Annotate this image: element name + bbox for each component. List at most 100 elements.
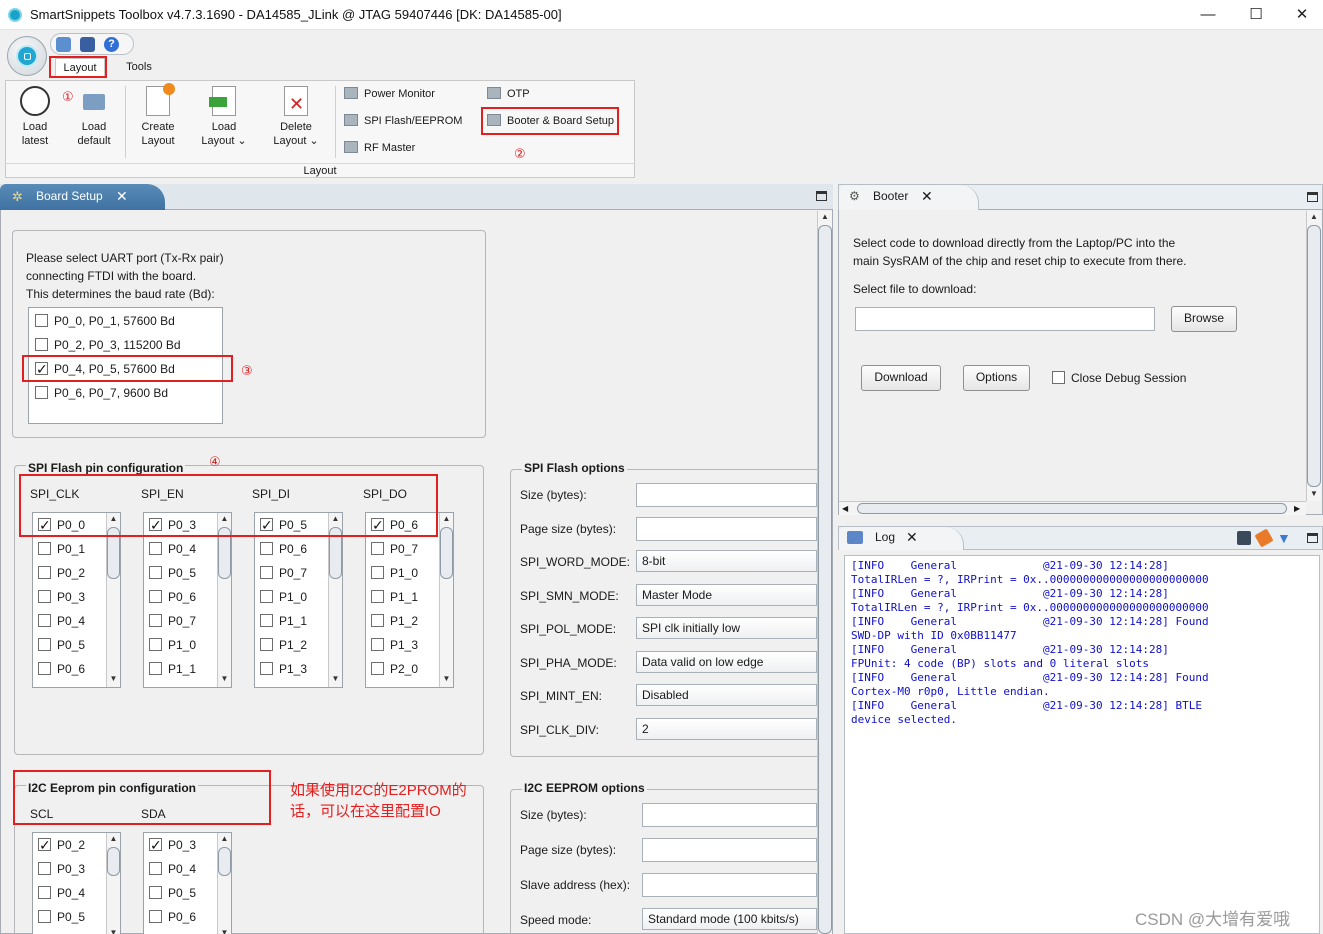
option-dropdown[interactable]: Master Mode (636, 583, 817, 606)
file-path-input[interactable] (855, 307, 1155, 331)
scroll-up-arrow[interactable]: ▲ (818, 211, 832, 223)
checkbox[interactable] (38, 590, 51, 603)
checkbox[interactable] (149, 662, 162, 675)
checkbox[interactable] (149, 886, 162, 899)
uart-option[interactable]: P0_2, P0_3, 115200 Bd (35, 333, 222, 357)
scroll-down-arrow[interactable]: ▼ (329, 673, 342, 685)
checkbox[interactable] (149, 910, 162, 923)
checkbox[interactable] (260, 542, 273, 555)
checkbox[interactable] (38, 614, 51, 627)
checkbox[interactable] (260, 638, 273, 651)
pin-option[interactable]: P0_1 (38, 537, 85, 561)
browse-button[interactable]: Browse (1171, 306, 1237, 332)
pin-option[interactable]: P1_2 (371, 609, 418, 633)
maximize-panel-icon[interactable] (1307, 533, 1318, 543)
scroll-up-arrow[interactable]: ▲ (1307, 211, 1321, 223)
uart-option[interactable]: P0_6, P0_7, 9600 Bd (35, 381, 222, 405)
pin-option[interactable]: P1_0 (149, 633, 196, 657)
scroll-up-arrow[interactable]: ▲ (107, 833, 120, 845)
filter-icon[interactable]: ▼ (1277, 530, 1291, 546)
scroll-left-arrow[interactable]: ◀ (842, 502, 848, 516)
load-layout-button[interactable]: Load Layout ⌄ (198, 86, 250, 148)
checkbox[interactable] (371, 638, 384, 651)
pin-option[interactable]: P1_1 (149, 657, 196, 681)
checkbox[interactable] (1052, 371, 1065, 384)
pin-option[interactable]: P0_4 (38, 609, 85, 633)
pin-list-scrollbar[interactable]: ▲ ▼ (328, 513, 342, 687)
checkbox[interactable] (35, 314, 48, 327)
tab-board-setup[interactable]: ✲ Board Setup ✕ (0, 184, 165, 210)
checkbox[interactable] (371, 566, 384, 579)
pin-option[interactable]: P1_1 (371, 585, 418, 609)
option-dropdown[interactable]: 8-bit (636, 550, 817, 572)
option-dropdown[interactable]: Standard mode (100 kbits/s) (642, 908, 817, 930)
checkbox[interactable] (260, 614, 273, 627)
checkbox[interactable] (38, 566, 51, 579)
option-dropdown[interactable]: Disabled (636, 684, 817, 706)
log-output[interactable]: [INFO General @21-09-30 12:14:28] TotalIR… (844, 555, 1320, 934)
pin-list-scrollbar[interactable]: ▲ ▼ (106, 513, 120, 687)
option-dropdown[interactable]: SPI clk initially low (636, 617, 817, 639)
checkbox[interactable] (38, 862, 51, 875)
pin-option[interactable]: P1_3 (371, 633, 418, 657)
checkbox[interactable] (149, 638, 162, 651)
option-dropdown[interactable]: Data valid on low edge (636, 650, 817, 673)
pin-option[interactable]: P1_3 (260, 657, 307, 681)
checkbox[interactable] (38, 542, 51, 555)
options-button[interactable]: Options (963, 365, 1030, 391)
load-default-button[interactable]: Load default (74, 86, 114, 148)
create-layout-button[interactable]: Create Layout (135, 83, 181, 148)
pin-option[interactable]: P0_6 (149, 585, 196, 609)
checkbox-checked[interactable] (38, 833, 51, 857)
scroll-down-arrow[interactable]: ▼ (107, 673, 120, 685)
checkbox[interactable] (371, 590, 384, 603)
refresh-icon[interactable] (56, 37, 71, 52)
pin-option[interactable]: P0_5 (38, 905, 85, 929)
booter-hscroll[interactable]: ◀ ▶ (839, 501, 1306, 515)
app-menu-button[interactable] (7, 36, 47, 76)
scroll-thumb[interactable] (107, 847, 120, 876)
close-tab-icon[interactable]: ✕ (906, 529, 918, 546)
checkbox[interactable] (38, 662, 51, 675)
pin-option[interactable]: P0_5 (38, 633, 85, 657)
pin-option[interactable]: P1_0 (371, 561, 418, 585)
minimize-button[interactable]: — (1196, 4, 1220, 26)
pin-option[interactable]: P0_4 (149, 857, 196, 881)
option-input[interactable] (642, 803, 817, 827)
pin-list-scrollbar[interactable]: ▲ ▼ (439, 513, 453, 687)
scroll-thumb[interactable] (218, 847, 231, 876)
maximize-panel-icon[interactable] (1307, 192, 1318, 202)
checkbox[interactable] (371, 542, 384, 555)
pin-option[interactable]: P0_2 (38, 561, 85, 585)
scroll-up-arrow[interactable]: ▲ (218, 833, 231, 845)
pin-list-scrollbar[interactable]: ▲ ▼ (106, 833, 120, 934)
delete-layout-button[interactable]: ✕ Delete Layout ⌄ (270, 86, 322, 148)
close-tab-icon[interactable]: ✕ (921, 188, 933, 205)
tab-log[interactable]: Log ✕ (839, 527, 964, 550)
option-input[interactable] (636, 516, 817, 541)
checkbox[interactable] (371, 614, 384, 627)
option-input[interactable] (642, 838, 817, 862)
pin-list-scrollbar[interactable]: ▲ ▼ (217, 833, 231, 934)
pin-option[interactable]: P0_3 (38, 857, 85, 881)
save-log-icon[interactable] (1237, 531, 1251, 545)
pin-option[interactable]: P0_6 (260, 537, 307, 561)
pin-list-scrollbar[interactable]: ▲ ▼ (217, 513, 231, 687)
checkbox[interactable] (35, 338, 48, 351)
scroll-thumb[interactable] (440, 527, 453, 579)
pin-option[interactable]: P0_4 (38, 881, 85, 905)
booter-vscroll[interactable]: ▲ ▼ (1306, 211, 1321, 501)
pin-option[interactable]: P0_4 (149, 537, 196, 561)
pin-option[interactable]: P0_7 (371, 537, 418, 561)
pin-option[interactable]: P1_2 (260, 633, 307, 657)
checkbox[interactable] (149, 862, 162, 875)
checkbox[interactable] (149, 542, 162, 555)
scroll-down-arrow[interactable]: ▼ (218, 927, 231, 934)
checkbox-checked[interactable] (149, 833, 162, 857)
option-dropdown[interactable]: 2 (636, 717, 817, 740)
checkbox[interactable] (149, 614, 162, 627)
pin-option[interactable]: P0_6 (38, 657, 85, 681)
checkbox[interactable] (35, 386, 48, 399)
rf-master-item[interactable]: RF Master (344, 139, 415, 157)
help-icon[interactable]: ? (104, 37, 119, 52)
